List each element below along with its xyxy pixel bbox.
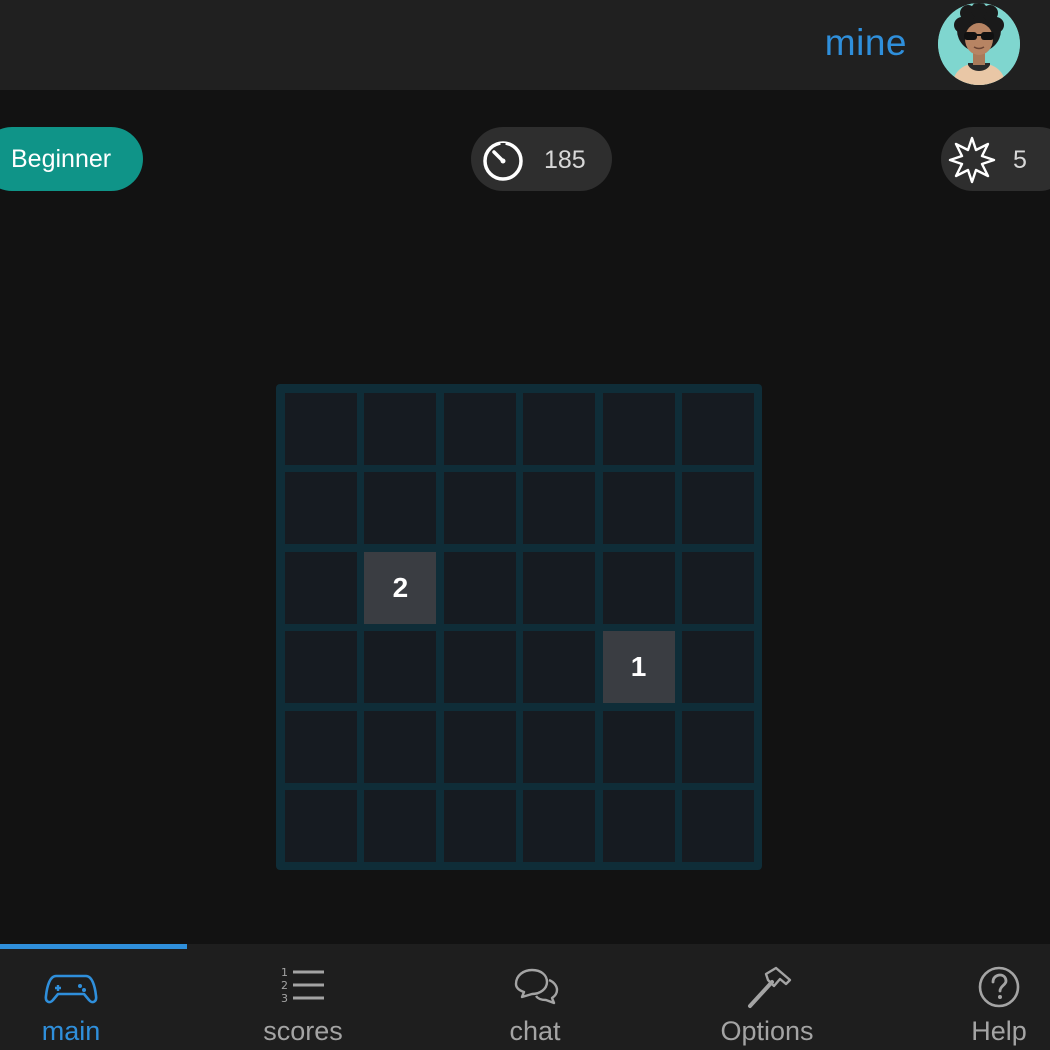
game-screen: mine Beginner 185 5 2 1 main 1 2 3 score…	[0, 0, 1050, 1050]
tab-label: chat	[509, 1016, 561, 1046]
board-cell[interactable]	[285, 631, 357, 704]
board-cell[interactable]	[364, 710, 437, 783]
bottom-tab-bar: main 1 2 3 scores chat Options Help	[0, 944, 1050, 1050]
tab-main[interactable]: main	[30, 949, 112, 1050]
svg-text:2: 2	[281, 979, 288, 992]
numbered-list-icon: 1 2 3	[281, 966, 324, 1005]
board-cell[interactable]	[682, 710, 754, 783]
mine-counter: 5	[941, 127, 1050, 191]
timer-value: 185	[544, 146, 586, 174]
board-cell[interactable]	[602, 472, 675, 545]
board-cell[interactable]	[443, 551, 516, 624]
cell-number: 1	[630, 651, 647, 683]
board-cell[interactable]	[602, 393, 675, 465]
board-cell[interactable]	[285, 393, 357, 465]
gamepad-icon	[44, 974, 98, 1004]
app-title: mine	[824, 22, 907, 63]
cell-number: 2	[392, 571, 409, 603]
tab-help[interactable]: Help	[958, 949, 1040, 1050]
board-cell[interactable]	[364, 472, 437, 545]
hammer-icon	[748, 966, 792, 1008]
board-cell[interactable]	[523, 472, 596, 545]
help-circle-icon	[978, 966, 1020, 1008]
tab-options[interactable]: Options	[712, 949, 822, 1050]
tab-label: main	[41, 1016, 101, 1046]
board-cell[interactable]	[682, 790, 754, 862]
board-cell[interactable]	[364, 790, 437, 862]
board-cell[interactable]	[443, 790, 516, 862]
board-cell[interactable]	[602, 710, 675, 783]
board-cell[interactable]	[443, 393, 516, 465]
board-cell[interactable]	[285, 790, 357, 862]
user-avatar-icon[interactable]	[938, 3, 1020, 85]
svg-text:1: 1	[281, 966, 288, 979]
board-cell[interactable]	[682, 393, 754, 465]
board-cell[interactable]	[523, 631, 596, 704]
board-cell[interactable]	[602, 790, 675, 862]
board-cell[interactable]	[364, 393, 437, 465]
board-cell[interactable]	[682, 631, 754, 704]
difficulty-label: Beginner	[11, 144, 112, 173]
board-cell[interactable]	[285, 710, 357, 783]
stopwatch-icon	[481, 138, 525, 182]
board-cell[interactable]	[443, 631, 516, 704]
difficulty-button[interactable]: Beginner	[0, 127, 143, 191]
tab-label: Help	[971, 1016, 1027, 1046]
tab-scores[interactable]: 1 2 3 scores	[253, 949, 353, 1050]
board-cell[interactable]	[682, 551, 754, 624]
minefield-grid: 21	[276, 384, 762, 870]
board-cell[interactable]	[682, 472, 754, 545]
board-cell[interactable]	[285, 472, 357, 545]
board-cell[interactable]	[285, 551, 357, 624]
tab-label: Options	[720, 1016, 814, 1046]
board-cell[interactable]	[523, 393, 596, 465]
chat-bubbles-icon	[514, 968, 559, 1005]
top-bar: mine	[0, 0, 1050, 90]
tab-chat[interactable]: chat	[495, 949, 575, 1050]
board-cell[interactable]: 2	[364, 551, 437, 624]
board-cell[interactable]: 1	[602, 631, 675, 704]
board-cell[interactable]	[364, 631, 437, 704]
tab-label: scores	[263, 1016, 343, 1046]
board-cell[interactable]	[523, 790, 596, 862]
timer-display: 185	[471, 127, 612, 191]
mine-burst-icon	[947, 135, 997, 185]
svg-text:3: 3	[281, 992, 288, 1005]
board-cell[interactable]	[443, 710, 516, 783]
board-cell[interactable]	[443, 472, 516, 545]
board-cell[interactable]	[523, 710, 596, 783]
mine-count-value: 5	[1013, 146, 1027, 174]
board-cell[interactable]	[523, 551, 596, 624]
board-cell[interactable]	[602, 551, 675, 624]
